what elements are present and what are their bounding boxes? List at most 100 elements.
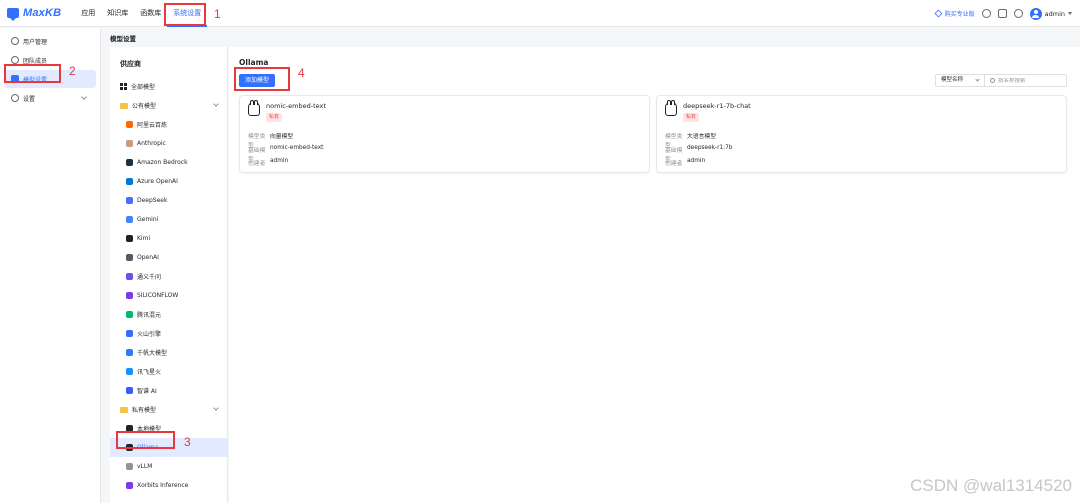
provider-logo-icon [126,235,133,242]
app-logo[interactable]: MaxKB [7,7,61,21]
chevron-down-icon [213,101,219,107]
provider-logo-icon [126,140,133,147]
annotation-number-3: 3 [184,435,191,449]
provider-item[interactable]: Kimi [110,229,227,248]
provider-item[interactable]: SILICONFLOW [110,286,227,305]
ollama-icon [248,100,260,116]
provider-item[interactable]: Anthropic [110,134,227,153]
provider-logo-icon [126,159,133,166]
provider-group-public[interactable]: 公有模型 [110,96,227,115]
provider-label: 智谱 AI [137,388,157,395]
buy-pro-label: 购买专业版 [944,11,975,18]
provider-item[interactable]: DeepSeek [110,191,227,210]
provider-label: 阿里云百炼 [137,122,168,129]
model-filter: 模型名称 [935,74,1067,87]
provider-item[interactable]: Amazon Bedrock [110,153,227,172]
nav-item-apps[interactable]: 应用 [75,0,101,27]
filter-field-value: 模型名称 [941,77,964,83]
model-name: deepseek-r1-7b-chat [683,102,751,110]
provider-heading: Ollama [239,58,269,67]
public-provider-list: 阿里云百炼 Anthropic Amazon Bedrock Azure OpenAI… [110,115,227,400]
provider-label: 讯飞星火 [137,369,162,376]
provider-label: Anthropic [137,140,166,147]
folder-icon [120,406,128,413]
provider-item[interactable]: 智谱 AI [110,381,227,400]
provider-item[interactable]: 讯飞星火 [110,362,227,381]
provider-logo-icon [126,311,133,318]
model-card-header: deepseek-r1-7b-chat 私有 [665,100,751,122]
provider-label: vLLM [137,463,153,470]
filter-field-select[interactable]: 模型名称 [935,74,985,87]
sidebar: 用户管理 团队成员 模型设置 设置 [0,28,101,503]
logo-icon [7,8,19,21]
help-icon[interactable] [1013,9,1023,18]
chevron-down-icon [213,405,219,411]
docs-icon[interactable] [997,9,1007,18]
provider-label: 腾讯混元 [137,312,162,319]
user-menu[interactable]: admin [1029,7,1072,20]
provider-all-models[interactable]: 全部模型 [110,77,227,96]
provider-group-private[interactable]: 私有模型 [110,400,227,419]
annotation-number-2: 2 [69,64,76,78]
provider-group-label: 私有模型 [132,407,157,414]
chevron-down-icon [975,77,980,82]
annotation-number-4: 4 [298,66,305,80]
provider-item[interactable]: vLLM [110,457,227,476]
row-value: admin [687,158,706,164]
search-input[interactable] [998,77,1064,84]
user-name: admin [1044,9,1065,18]
page-title: 模型设置 [110,35,136,43]
provider-label: DeepSeek [137,197,168,204]
provider-item[interactable]: 阿里云百炼 [110,115,227,134]
nav-item-knowledge[interactable]: 知识库 [101,0,134,27]
avatar [1029,7,1042,20]
grid-icon [120,83,127,90]
buy-pro-link[interactable]: 购买专业版 [934,9,975,18]
row-key: 创建者 [665,161,683,167]
provider-label: Kimi [137,235,151,242]
private-badge: 私有 [683,113,700,122]
provider-label: Xorbits Inference [137,482,189,489]
sidebar-item-label: 用户管理 [23,38,48,46]
github-icon[interactable] [981,9,991,18]
sidebar-item-users[interactable]: 用户管理 [4,32,96,50]
provider-logo-icon [126,121,133,128]
sidebar-item-settings[interactable]: 设置 [4,89,96,107]
nav-item-functions[interactable]: 函数库 [134,0,167,27]
provider-label: 火山引擎 [137,331,162,338]
annotation-box-4 [234,67,290,91]
top-bar: MaxKB 应用 知识库 函数库 系统设置 购买专业版 admin [0,0,1080,27]
model-card[interactable]: deepseek-r1-7b-chat 私有 模型类型 大语言模型 基础模型 d… [656,95,1067,173]
provider-item[interactable]: 腾讯混元 [110,305,227,324]
provider-label: 全部模型 [131,84,156,91]
provider-logo-icon [126,387,133,394]
row-key: 创建者 [248,161,266,167]
watermark: CSDN @wal1314520 [910,476,1072,495]
provider-logo-icon [126,216,133,223]
provider-logo-icon [126,349,133,356]
provider-item[interactable]: Gemini [110,210,227,229]
provider-item[interactable]: 千帆大模型 [110,343,227,362]
provider-item[interactable]: Xorbits Inference [110,476,227,495]
provider-logo-icon [126,292,133,299]
provider-item[interactable]: Azure OpenAI [110,172,227,191]
provider-logo-icon [126,482,133,489]
provider-label: 千帆大模型 [137,350,168,357]
settings-icon [11,94,19,102]
ollama-icon [665,100,677,116]
provider-label: SILICONFLOW [137,292,179,299]
provider-logo-icon [126,273,133,280]
creator-row: 创建者 admin [665,158,705,167]
chevron-down-icon [81,94,87,100]
creator-row: 创建者 admin [248,158,288,167]
model-name: nomic-embed-text [266,102,326,110]
provider-item[interactable]: 通义千问 [110,267,227,286]
model-card[interactable]: nomic-embed-text 私有 模型类型 向量模型 基础模型 nomic… [239,95,650,173]
provider-logo-icon [126,254,133,261]
folder-icon [120,102,128,109]
provider-logo-icon [126,463,133,470]
provider-item[interactable]: 火山引擎 [110,324,227,343]
provider-item[interactable]: OpenAI [110,248,227,267]
provider-group-label: 公有模型 [132,103,157,110]
caret-down-icon [1068,12,1072,15]
